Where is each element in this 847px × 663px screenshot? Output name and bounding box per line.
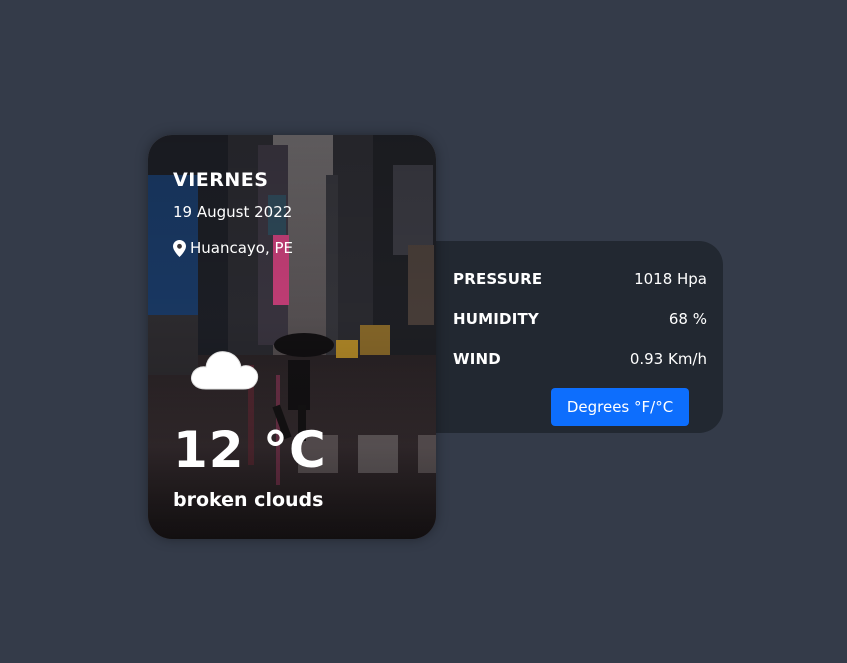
date: 19 August 2022: [173, 203, 293, 221]
cloud-icon: [191, 351, 259, 390]
temperature: 12 °C: [173, 421, 327, 479]
location-text: Huancayo, PE: [190, 239, 294, 257]
weather-description: broken clouds: [173, 489, 324, 511]
weather-app: PRESSURE 1018 Hpa HUMIDITY 68 % WIND 0.9…: [0, 0, 847, 663]
toggle-units-button[interactable]: Degrees °F/°C: [551, 388, 689, 426]
weather-card: VIERNES 19 August 2022 Huancayo, PE 12 °…: [148, 135, 436, 539]
pressure-label: PRESSURE: [453, 270, 543, 288]
map-pin-icon: [173, 239, 186, 257]
wind-label: WIND: [453, 350, 501, 368]
humidity-label: HUMIDITY: [453, 310, 539, 328]
pressure-value: 1018 Hpa: [634, 270, 707, 288]
humidity-value: 68 %: [668, 310, 707, 328]
day-name: VIERNES: [173, 169, 269, 191]
location: Huancayo, PE: [173, 239, 411, 257]
detail-row-pressure: PRESSURE 1018 Hpa: [453, 259, 707, 299]
weather-details-panel: PRESSURE 1018 Hpa HUMIDITY 68 % WIND 0.9…: [413, 241, 723, 433]
wind-value: 0.93 Km/h: [629, 350, 707, 368]
detail-row-humidity: HUMIDITY 68 %: [453, 299, 707, 339]
detail-row-wind: WIND 0.93 Km/h: [453, 339, 707, 379]
